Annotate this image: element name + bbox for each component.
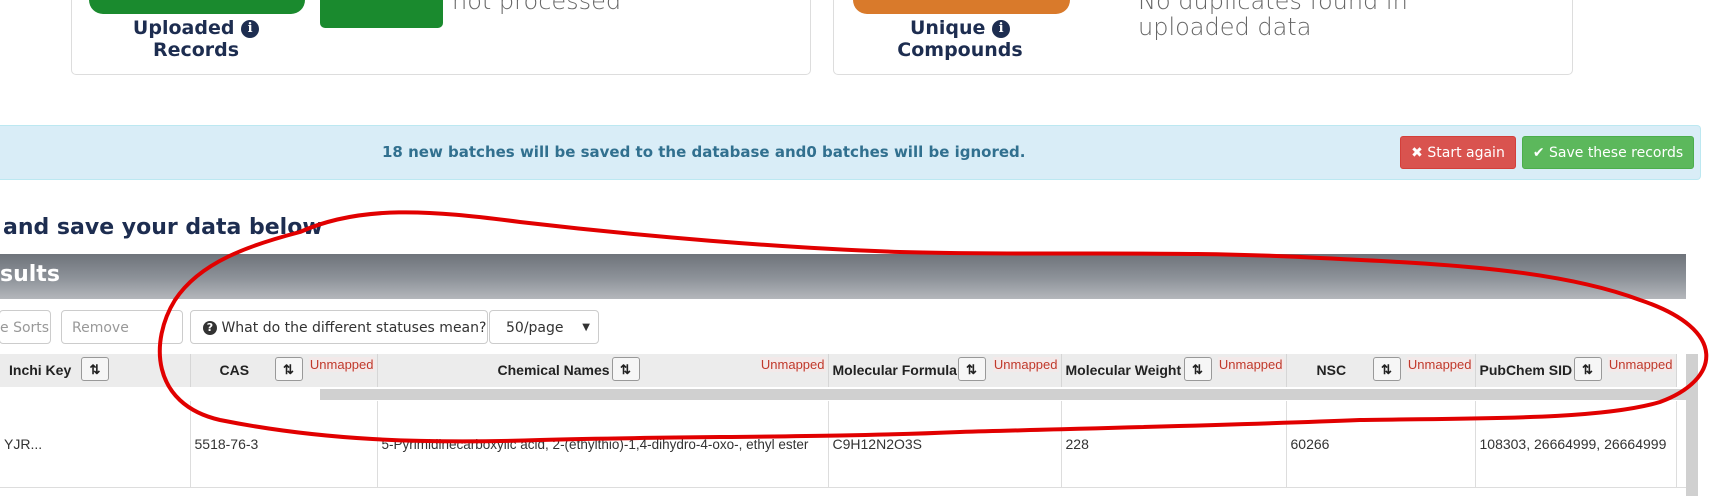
column-header-molecular-formula: Molecular Formula ⇅ Unmapped [828,354,1062,388]
unmapped-badge: Unmapped [992,357,1059,372]
sort-icon[interactable]: ⇅ [1573,357,1602,381]
table-cell: 228 [1061,401,1287,487]
sort-icon[interactable]: ⇅ [274,357,303,381]
save-records-button[interactable]: ✔ Save these records [1522,136,1694,169]
chevron-down-icon: ▼ [582,322,590,333]
column-header-molecular-weight: Molecular Weight ⇅ Unmapped [1061,354,1287,388]
unmapped-badge: Unmapped [1217,357,1284,372]
save-summary-alert: 18 new batches will be saved to the data… [0,125,1701,180]
uploaded-records-badge [89,0,305,14]
start-again-button[interactable]: ✖ Start again [1400,136,1516,169]
results-table: Inchi Key ⇅ CAS ⇅ Unmapped Chemical Name… [0,354,1677,487]
table-cell: 5-Pyrimidinecarboxylic acid, 2-(ethylthi… [377,401,829,487]
question-icon: ? [203,321,217,335]
check-icon: ✔ [1532,145,1545,161]
save-summary-message: 18 new batches will be saved to the data… [382,143,1026,161]
column-header-pubchem-sid: PubChem SID ⇅ Unmapped [1475,354,1677,388]
table-row[interactable]: YJR... 5518-76-3 5-Pyrimidinecarboxylic … [0,401,1677,487]
sort-icon[interactable]: ⇅ [1183,357,1212,381]
horizontal-scrollbar-thumb[interactable] [320,389,1686,400]
column-header-nsc: NSC ⇅ Unmapped [1286,354,1476,388]
sort-icon[interactable]: ⇅ [957,357,986,381]
info-icon[interactable]: i [992,20,1011,38]
info-icon[interactable]: i [241,20,260,38]
results-panel-title: sults [0,262,60,287]
table-cell: YJR... [0,401,191,487]
sort-icon[interactable]: ⇅ [1372,357,1401,381]
results-panel-header: sults [0,254,1686,299]
unique-compounds-badge [853,0,1070,14]
uploaded-records-label: Uploaded i Records [116,17,276,61]
sort-icon[interactable]: ⇅ [611,357,640,381]
column-header-inchi-key: Inchi Key ⇅ [0,354,191,388]
section-heading: and save your data below [3,215,323,240]
close-icon: ✖ [1411,145,1423,161]
sort-icon[interactable]: ⇅ [81,357,109,381]
unmapped-badge: Unmapped [1607,357,1674,372]
row-divider [0,487,1686,488]
table-cell: 60266 [1286,401,1476,487]
column-header-chemical-names: Chemical Names ⇅ Unmapped [377,354,829,388]
page-size-select[interactable]: 50/page ▼ [489,310,599,344]
statuses-help-button[interactable]: ? What do the different statuses mean? [190,310,488,344]
unmapped-badge: Unmapped [308,357,375,372]
vertical-scrollbar[interactable] [1686,354,1698,496]
remove-filters-button[interactable]: Remove Filters [61,310,183,370]
no-duplicates-text: No duplicates found in uploaded data [1138,0,1408,41]
unmapped-badge: Unmapped [759,357,826,372]
unmapped-badge: Unmapped [1406,357,1473,372]
clear-sorts-button[interactable]: e Sorts [0,310,51,344]
not-processed-badge: 0 [320,0,443,28]
table-header-row: Inchi Key ⇅ CAS ⇅ Unmapped Chemical Name… [0,354,1677,388]
table-cell: C9H12N2O3S [828,401,1062,487]
table-cell: 5518-76-3 [190,401,378,487]
not-processed-text: not processed [452,0,622,15]
unique-compounds-label: Unique i Compounds [897,17,1023,61]
table-cell: 108303, 26664999, 26664999 [1475,401,1677,487]
column-header-cas: CAS ⇅ Unmapped [190,354,378,388]
